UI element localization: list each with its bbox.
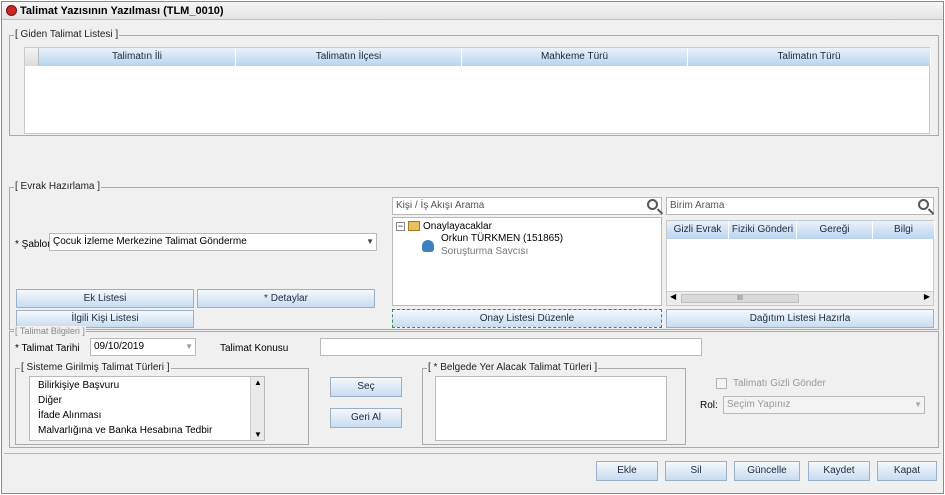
dagitim-listesi-button[interactable]: Dağıtım Listesi Hazırla — [666, 309, 934, 328]
col-gizli-evrak[interactable]: Gizli Evrak — [667, 221, 729, 239]
col-talimat-ilcesi[interactable]: Talimatın İlçesi — [236, 48, 462, 66]
birim-search-input[interactable]: Birim Arama — [666, 197, 934, 215]
ekle-button[interactable]: Ekle — [596, 461, 658, 481]
list-item[interactable]: Bilirkişiye Başvuru — [38, 380, 119, 391]
title-bar: Talimat Yazısının Yazılması (TLM_0010) — [2, 2, 943, 20]
kisi-search-input[interactable]: Kişi / İş Akışı Arama — [392, 197, 662, 215]
birim-search-placeholder: Birim Arama — [670, 200, 725, 211]
gizli-gonder-label: Talimatı Gizli Gönder — [733, 378, 826, 389]
horizontal-scrollbar[interactable]: ◀ III ▶ — [667, 291, 933, 305]
talimat-legend: [ Talimat Bilgileri ] — [14, 326, 86, 336]
list-item[interactable]: İfade Alınması — [38, 410, 101, 421]
select-all-cell[interactable] — [25, 48, 39, 66]
talimat-tarihi-input[interactable]: 09/10/2019 ▼ — [90, 338, 196, 356]
col-talimat-ili[interactable]: Talimatın İli — [39, 48, 236, 66]
sablon-label: * Şablon — [15, 239, 53, 250]
tree-person[interactable]: Orkun TÜRKMEN (151865) — [441, 233, 563, 244]
belgede-talimat-list[interactable] — [435, 376, 667, 441]
window-title: Talimat Yazısının Yazılması (TLM_0010) — [20, 5, 224, 17]
scroll-up-icon[interactable]: ▲ — [254, 378, 262, 387]
tree-root[interactable]: Onaylayacaklar — [423, 221, 492, 232]
scroll-thumb[interactable]: III — [681, 294, 799, 303]
giden-table[interactable]: Talimatın İli Talimatın İlçesi Mahkeme T… — [24, 47, 931, 134]
talimat-bilgileri-group: [ Talimat Bilgileri ] * Talimat Tarihi 0… — [9, 326, 939, 448]
main-window: Talimat Yazısının Yazılması (TLM_0010) [… — [1, 1, 944, 494]
talimat-tarihi-value: 09/10/2019 — [94, 341, 145, 352]
onay-listesi-button[interactable]: Onay Listesi Düzenle — [392, 309, 662, 328]
vertical-scrollbar[interactable]: ▲ ▼ — [250, 377, 264, 440]
chevron-down-icon[interactable]: ▼ — [185, 339, 193, 355]
app-icon — [6, 5, 17, 16]
sil-button[interactable]: Sil — [665, 461, 727, 481]
kapat-button[interactable]: Kapat — [877, 461, 937, 481]
folder-icon — [408, 221, 420, 231]
belgede-legend: [ * Belgede Yer Alacak Talimat Türleri ] — [427, 362, 599, 373]
birim-table[interactable]: Gizli Evrak Fiziki Gönderi Gereği Bilgi … — [666, 220, 935, 306]
footer-divider — [4, 453, 941, 454]
list-item[interactable]: Malvarlığına ve Banka Hesabına Tedbir — [38, 425, 212, 436]
scroll-right-icon[interactable]: ▶ — [924, 292, 930, 301]
sistem-talimat-group: [ Sisteme Girilmiş Talimat Türleri ] Bil… — [15, 362, 309, 445]
gizli-gonder-checkbox[interactable] — [716, 378, 727, 389]
talimat-konusu-input[interactable] — [320, 338, 702, 356]
search-icon[interactable] — [918, 199, 929, 210]
sablon-value: Çocuk İzleme Merkezine Talimat Gönderme — [53, 236, 247, 247]
giden-legend: [ Giden Talimat Listesi ] — [14, 29, 120, 40]
geri-al-button[interactable]: Geri Al — [330, 408, 402, 428]
talimat-konusu-label: Talimat Konusu — [220, 343, 289, 354]
chevron-down-icon[interactable]: ▼ — [366, 234, 374, 250]
collapse-icon[interactable]: − — [396, 222, 405, 231]
evrak-legend: [ Evrak Hazırlama ] — [14, 181, 102, 192]
col-bilgi[interactable]: Bilgi — [873, 221, 935, 239]
sablon-combo[interactable]: Çocuk İzleme Merkezine Talimat Gönderme … — [49, 233, 377, 251]
evrak-hazirlama-group: [ Evrak Hazırlama ] * Şablon Çocuk İzlem… — [9, 181, 939, 330]
sistem-legend: [ Sisteme Girilmiş Talimat Türleri ] — [20, 362, 171, 373]
rol-placeholder: Seçim Yapınız — [727, 399, 791, 410]
scroll-left-icon[interactable]: ◀ — [670, 292, 676, 301]
giden-talimat-group: [ Giden Talimat Listesi ] Talimatın İli … — [9, 29, 939, 136]
detaylar-button[interactable]: * Detaylar — [197, 289, 375, 308]
tree-role: Soruşturma Savcısı — [441, 246, 529, 257]
guncelle-button[interactable]: Güncelle — [734, 461, 800, 481]
sec-button[interactable]: Seç — [330, 377, 402, 397]
kaydet-button[interactable]: Kaydet — [808, 461, 870, 481]
onay-tree[interactable]: − Onaylayacaklar Orkun TÜRKMEN (151865) … — [392, 217, 662, 306]
chevron-down-icon[interactable]: ▼ — [914, 397, 922, 413]
list-item[interactable]: Diğer — [38, 395, 62, 406]
col-geregi[interactable]: Gereği — [797, 221, 873, 239]
user-icon — [422, 240, 434, 252]
col-talimat-turu[interactable]: Talimatın Türü — [688, 48, 931, 66]
sistem-talimat-list[interactable]: Bilirkişiye Başvuru Diğer İfade Alınması… — [29, 376, 265, 441]
belgede-talimat-group: [ * Belgede Yer Alacak Talimat Türleri ] — [422, 362, 686, 445]
rol-label: Rol: — [700, 400, 718, 411]
kisi-search-placeholder: Kişi / İş Akışı Arama — [396, 200, 485, 211]
col-mahkeme-turu[interactable]: Mahkeme Türü — [462, 48, 688, 66]
rol-combo[interactable]: Seçim Yapınız ▼ — [723, 396, 925, 414]
talimat-tarihi-label: * Talimat Tarihi — [15, 343, 80, 354]
ek-listesi-button[interactable]: Ek Listesi — [16, 289, 194, 308]
search-icon[interactable] — [647, 199, 658, 210]
col-fiziki-gonderi[interactable]: Fiziki Gönderi — [729, 221, 797, 239]
scroll-down-icon[interactable]: ▼ — [254, 430, 262, 439]
